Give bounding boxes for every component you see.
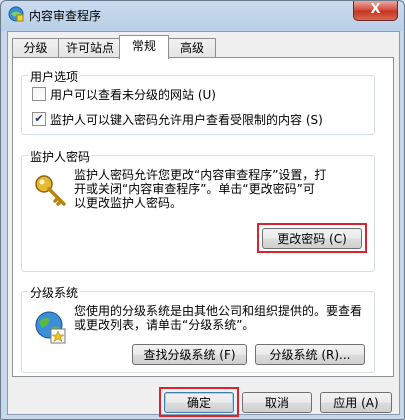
user-options-label: 用户选项 [28, 68, 81, 85]
title-bar[interactable]: 内容审查程序 X [1, 1, 405, 31]
rating-systems-group: 分级系统 您使用的分级系统是由其他公司和组织提供的。要查看 或更改列表，请单击“… [21, 284, 375, 373]
cancel-button[interactable]: 取消 [242, 392, 312, 413]
highlight-change-password [257, 223, 367, 253]
tab-ratings[interactable]: 分级 [12, 38, 59, 58]
tab-advanced[interactable]: 高级 [168, 38, 216, 58]
ratings-app-icon [8, 6, 24, 22]
tab-approved-sites[interactable]: 许可站点 [58, 38, 122, 58]
key-icon [34, 174, 68, 211]
unrated-sites-checkbox[interactable] [32, 87, 46, 101]
dialog-window: 内容审查程序 X 分级 许可站点 常规 高级 用户选项 用户可以查看未分级的网站… [0, 0, 405, 420]
rating-systems-description: 您使用的分级系统是由其他公司和组织提供的。要查看 或更改列表，请单击“分级系统”… [74, 304, 363, 332]
rating-systems-label: 分级系统 [28, 284, 81, 301]
find-rating-system-button[interactable]: 查找分级系统 (F) [132, 344, 247, 365]
apply-button[interactable]: 应用 (A) [320, 392, 392, 413]
tab-label: 常规 [131, 39, 156, 53]
tab-general[interactable]: 常规 [119, 35, 169, 59]
checkmark-icon: ✔ [34, 112, 44, 125]
close-icon: X [370, 2, 381, 17]
client-area: 分级 许可站点 常规 高级 用户选项 用户可以查看未分级的网站 (U) ✔ 监护… [7, 31, 400, 417]
find-rating-system-label: 查找分级系统 (F) [143, 348, 236, 362]
unrated-sites-label: 用户可以查看未分级的网站 (U) [50, 88, 216, 102]
tab-label: 高级 [179, 41, 204, 55]
tab-panel-general: 用户选项 用户可以查看未分级的网站 (U) ✔ 监护人可以键入密码允许用户查看受… [12, 57, 394, 377]
window-title: 内容审查程序 [29, 9, 102, 23]
cancel-label: 取消 [264, 396, 289, 410]
tab-label: 许可站点 [65, 41, 114, 55]
user-options-group: 用户选项 用户可以查看未分级的网站 (U) ✔ 监护人可以键入密码允许用户查看受… [21, 68, 375, 135]
rating-systems-button[interactable]: 分级系统 (R)... [255, 344, 365, 365]
highlight-ok [159, 387, 239, 417]
supervisor-password-description: 监护人密码允许您更改“内容审查程序”设置，打 开或关闭“内容审查程序”。单击“更… [74, 168, 327, 210]
supervisor-password-checkbox[interactable]: ✔ [32, 112, 46, 126]
close-button[interactable]: X [353, 1, 398, 21]
supervisor-password-group: 监护人密码 监护人密码允许您更改“内容审查程序”设置，打 开或关闭“内容审查程序… [21, 148, 375, 272]
supervisor-password-option-label: 监护人可以键入密码允许用户查看受限制的内容 (S) [50, 113, 323, 127]
apply-label: 应用 (A) [333, 396, 379, 410]
rating-systems-button-label: 分级系统 (R)... [269, 348, 351, 362]
tab-label: 分级 [23, 41, 48, 55]
supervisor-password-label: 监护人密码 [28, 148, 93, 165]
globe-certificate-icon [34, 310, 68, 347]
